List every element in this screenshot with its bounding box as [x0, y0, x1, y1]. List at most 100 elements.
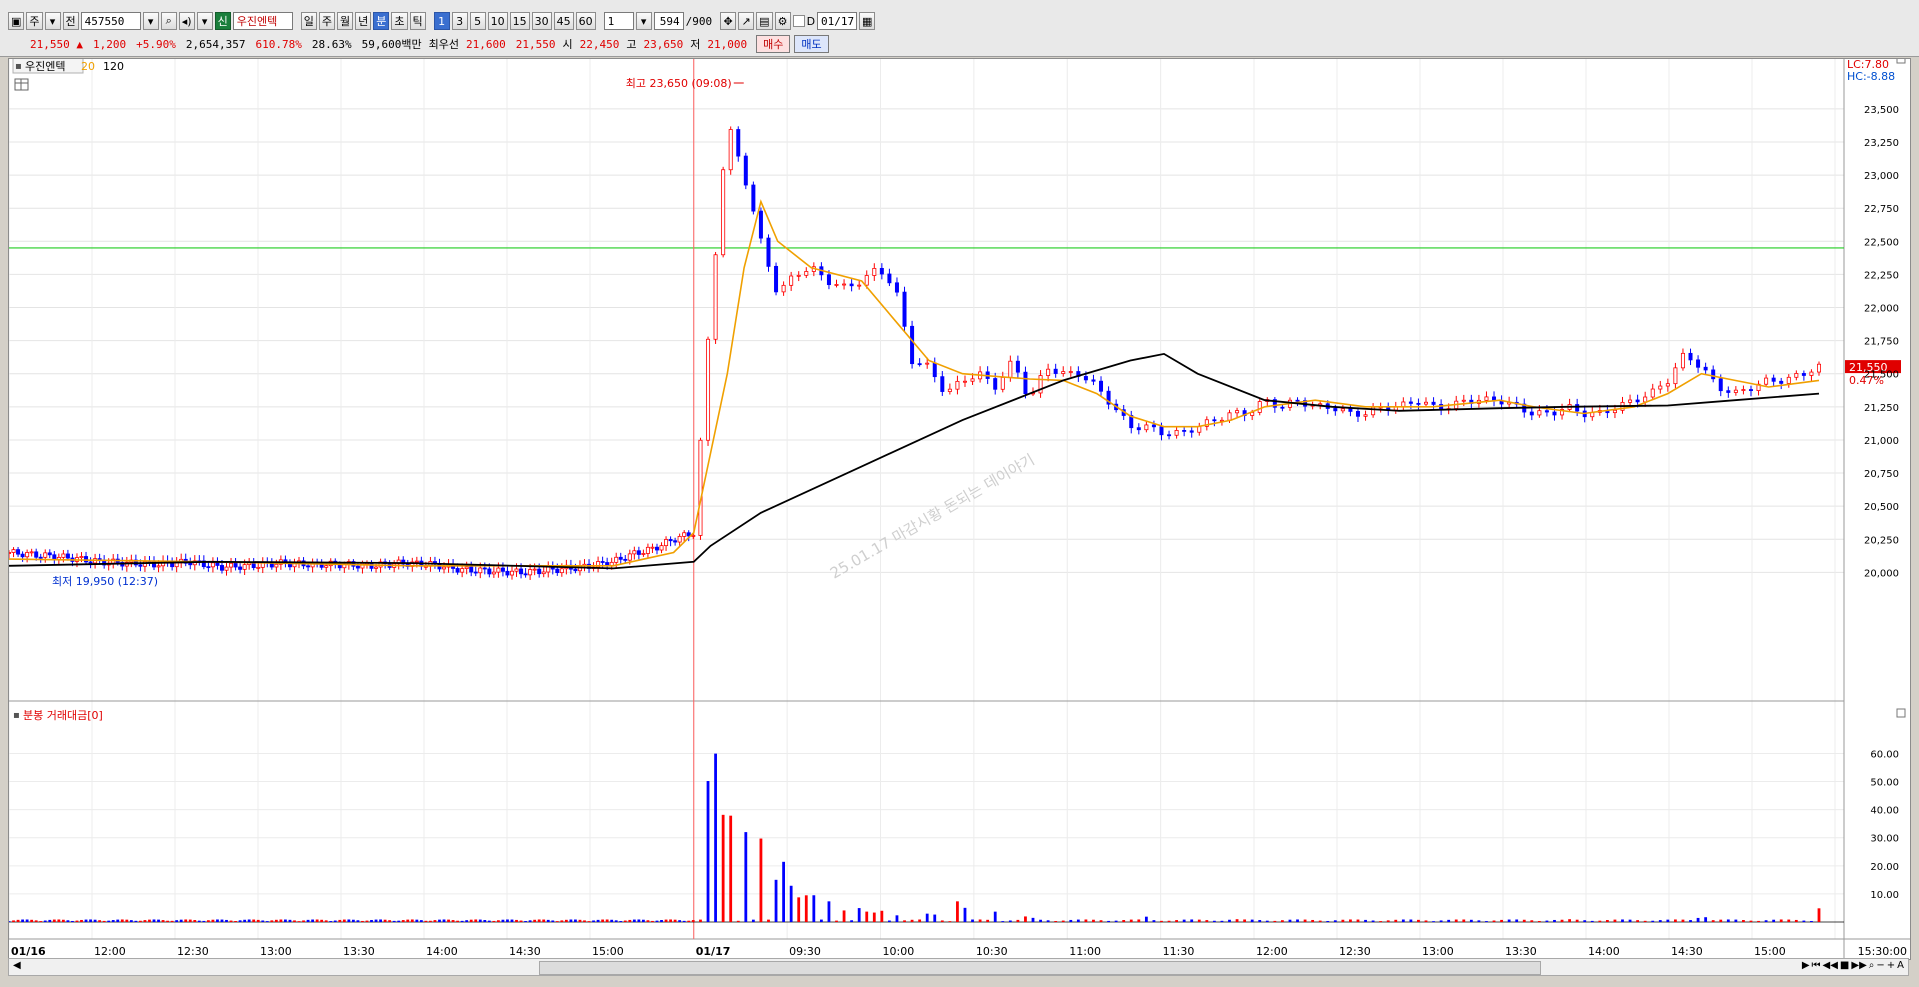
period-year[interactable]: 년: [355, 12, 372, 30]
candle-body: [1068, 371, 1073, 373]
volume-bar: [956, 901, 959, 922]
candle-body: [1764, 377, 1769, 385]
save-icon[interactable]: ▤: [756, 12, 773, 30]
volume-bar: [1008, 920, 1012, 922]
candle-body: [781, 284, 786, 293]
speaker-icon[interactable]: ◂): [178, 12, 195, 30]
best-bid: 21,550: [515, 37, 556, 51]
volume-bar: [265, 921, 269, 922]
rewind-icon[interactable]: ⏮: [1812, 960, 1821, 971]
interval-60-label: 60: [578, 14, 593, 28]
volume-bar: [1764, 920, 1768, 922]
pane-maximize-icon[interactable]: [1896, 708, 1906, 718]
volume-bar: [782, 861, 786, 922]
interval-60[interactable]: 60: [575, 12, 596, 30]
scroll-left-icon[interactable]: ◀: [13, 960, 21, 971]
stock-code-input[interactable]: 457550: [80, 12, 141, 30]
price-axis-ticks: 20,000 20,250 20,500 20,750 21,000 21,250 21,5…: [1864, 105, 1899, 580]
candle-body: [1083, 376, 1088, 381]
chart-svg[interactable]: ▪ 우진엔텍 20 120 LC:7.80 HC:-8.88 25.01.17 …: [6, 54, 1910, 959]
period-day[interactable]: 일: [300, 12, 317, 30]
volume-bar: [637, 919, 641, 922]
volume-bar: [370, 919, 373, 922]
low-label: 저: [690, 38, 701, 51]
volume-bar: [827, 901, 831, 922]
volume-bar: [1235, 919, 1239, 922]
count-input[interactable]: 594: [653, 12, 684, 30]
volume-bar: [610, 919, 614, 922]
volume-bar: [1560, 919, 1564, 922]
volume-bar: [469, 919, 473, 922]
interval-1[interactable]: 1: [433, 12, 450, 30]
low-marker: 최저 19,950 (12:37): [52, 575, 158, 588]
code-dropdown-icon[interactable]: ▾: [142, 12, 159, 30]
speaker-dropdown-icon[interactable]: ▾: [196, 12, 213, 30]
scrollbar-thumb[interactable]: [539, 961, 1541, 975]
stop-icon[interactable]: ■: [1840, 960, 1849, 971]
play-next-icon[interactable]: ▶: [1802, 960, 1810, 971]
buy-button[interactable]: 매수: [756, 35, 791, 53]
back-icon[interactable]: ◀◀: [1823, 960, 1838, 971]
mode-select[interactable]: 전: [62, 12, 79, 30]
period-minute[interactable]: 분: [373, 12, 390, 30]
gear-icon[interactable]: ⚙: [774, 12, 791, 30]
interval-5[interactable]: 5: [469, 12, 486, 30]
interval-45[interactable]: 45: [553, 12, 574, 30]
volume-bar: [1507, 919, 1511, 922]
multiplier-input[interactable]: 1: [603, 12, 634, 30]
price-legend: ▪ 우진엔텍 20 120: [12, 56, 124, 91]
volume-bar: [986, 919, 990, 922]
period-tick[interactable]: 틱: [409, 12, 426, 30]
volume-bar: [1039, 919, 1042, 922]
forward-icon[interactable]: ▶▶: [1851, 960, 1866, 971]
time-tick-label: 01/16: [11, 945, 46, 958]
candle-body: [1643, 396, 1648, 403]
search-icon[interactable]: ⌕: [160, 12, 177, 30]
candle-body: [1817, 363, 1822, 373]
candle-body: [962, 380, 967, 383]
candle-body: [826, 274, 831, 286]
volume-bar: [211, 919, 215, 922]
candle-body: [600, 561, 605, 563]
trend-tool-icon[interactable]: ↗: [738, 12, 755, 30]
volume-bar: [284, 919, 287, 922]
pane-close-icon[interactable]: [1896, 54, 1906, 64]
zoom-out-icon[interactable]: −: [1876, 960, 1884, 971]
market-dropdown-icon[interactable]: ▾: [44, 12, 61, 30]
period-month[interactable]: 월: [337, 12, 354, 30]
calendar-icon[interactable]: ▦: [859, 12, 876, 30]
period-week[interactable]: 주: [318, 12, 336, 30]
zoom-icon[interactable]: ⌕: [1869, 960, 1875, 971]
candle-body: [546, 566, 551, 573]
interval-30[interactable]: 30: [531, 12, 552, 30]
volume-title: 분봉 거래대금[0]: [23, 709, 103, 722]
interval-10[interactable]: 10: [487, 12, 508, 30]
volume-bar: [583, 920, 586, 922]
date-input[interactable]: 01/17: [817, 12, 858, 30]
candle-body: [460, 568, 465, 573]
candle-body: [864, 275, 869, 286]
candle-body: [1779, 380, 1784, 384]
volume-bar: [628, 919, 632, 922]
volume-bar: [1530, 920, 1534, 922]
horizontal-scrollbar[interactable]: ◀ ▶ ⏮ ◀◀ ■ ▶▶ ⌕ − + A: [8, 958, 1909, 976]
period-second[interactable]: 초: [391, 12, 408, 30]
interval-15[interactable]: 15: [509, 12, 530, 30]
date-checkbox[interactable]: [792, 15, 805, 27]
candle-body: [1355, 411, 1360, 417]
crosshair-icon[interactable]: ✥: [720, 12, 737, 30]
interval-3[interactable]: 3: [451, 12, 468, 30]
volume-bar: [7, 921, 11, 922]
window-icon[interactable]: ▣: [8, 12, 25, 30]
stock-name-field[interactable]: 우진엔텍: [232, 12, 293, 30]
zoom-in-icon[interactable]: +: [1887, 960, 1895, 971]
market-select[interactable]: 주: [26, 12, 43, 30]
volume-bar: [52, 919, 56, 922]
sell-button[interactable]: 매도: [794, 35, 829, 53]
volume-bar: [1031, 917, 1035, 922]
multiplier-dropdown-icon[interactable]: ▾: [635, 12, 652, 30]
volume-bar: [234, 921, 237, 922]
font-icon[interactable]: A: [1897, 960, 1904, 971]
time-tick-label: 13:30: [343, 945, 375, 958]
interval-3-label: 3: [456, 14, 464, 28]
